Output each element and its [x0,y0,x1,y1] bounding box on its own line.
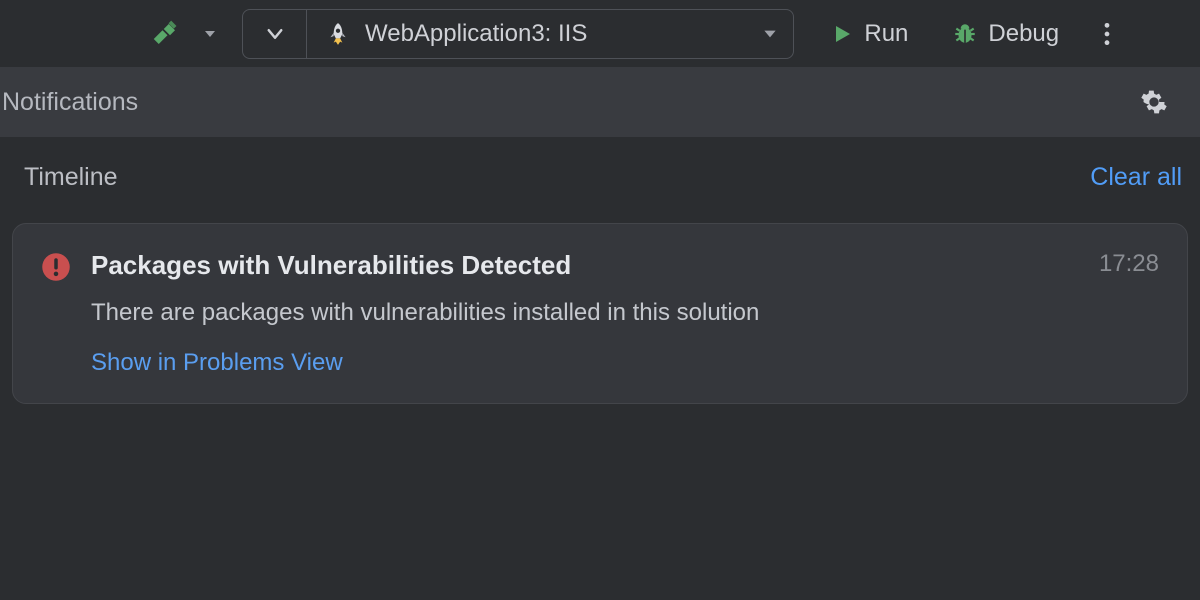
notification-card[interactable]: Packages with Vulnerabilities Detected 1… [12,223,1188,404]
kebab-icon [1103,21,1111,47]
notification-message: There are packages with vulnerabilities … [91,299,1159,327]
main-toolbar: WebApplication3: IIS Run Deb [0,0,1200,67]
run-label: Run [864,20,908,48]
run-config-button[interactable]: WebApplication3: IIS [307,10,793,58]
hammer-icon [150,19,180,49]
debug-button[interactable]: Debug [934,9,1077,59]
timeline-bar: Timeline Clear all [0,137,1200,217]
clear-all-link[interactable]: Clear all [1090,163,1182,192]
notifications-settings-button[interactable] [1130,81,1178,123]
build-button[interactable] [140,13,190,55]
run-config-label: WebApplication3: IIS [365,20,587,48]
more-actions-button[interactable] [1089,13,1125,55]
error-icon [41,252,71,282]
notification-title: Packages with Vulnerabilities Detected [91,250,571,281]
caret-down-icon [601,25,779,43]
notification-timestamp: 17:28 [1099,250,1159,278]
play-icon [830,22,854,46]
run-config-selector: WebApplication3: IIS [242,9,794,59]
run-button[interactable]: Run [812,9,926,59]
caret-down-icon [202,26,218,42]
notifications-title: Notifications [2,88,138,117]
chevron-down-icon [265,24,285,44]
show-in-problems-link[interactable]: Show in Problems View [91,349,343,377]
notifications-header: Notifications [0,67,1200,137]
rocket-icon [325,21,351,47]
bug-icon [952,21,978,47]
gear-icon [1140,88,1168,116]
timeline-label: Timeline [24,163,118,192]
build-dropdown[interactable] [192,13,228,55]
run-config-history-dropdown[interactable] [243,10,307,58]
debug-label: Debug [988,20,1059,48]
